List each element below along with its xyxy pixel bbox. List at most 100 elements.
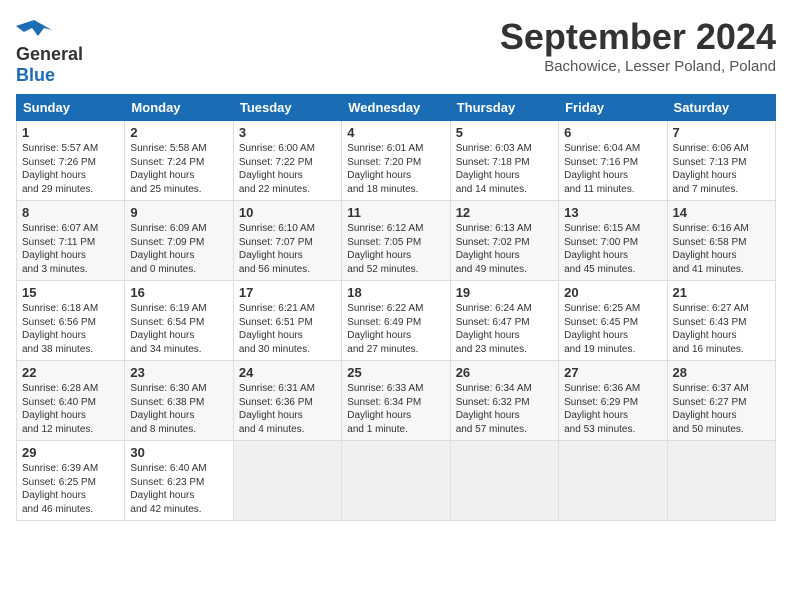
day-info: Sunrise: 6:06 AMSunset: 7:13 PMDaylight … <box>673 143 749 195</box>
day-info: Sunrise: 6:10 AMSunset: 7:07 PMDaylight … <box>239 223 315 275</box>
calendar-cell: 22 Sunrise: 6:28 AMSunset: 6:40 PMDaylig… <box>17 361 125 441</box>
day-number: 10 <box>239 205 336 220</box>
calendar-cell: 9 Sunrise: 6:09 AMSunset: 7:09 PMDayligh… <box>125 201 233 281</box>
weekday-header-saturday: Saturday <box>667 95 775 121</box>
day-info: Sunrise: 6:18 AMSunset: 6:56 PMDaylight … <box>22 303 98 355</box>
day-info: Sunrise: 6:34 AMSunset: 6:32 PMDaylight … <box>456 383 532 435</box>
calendar-week-1: 1 Sunrise: 5:57 AMSunset: 7:26 PMDayligh… <box>17 121 776 201</box>
day-number: 27 <box>564 365 661 380</box>
calendar-cell: 4 Sunrise: 6:01 AMSunset: 7:20 PMDayligh… <box>342 121 450 201</box>
calendar-cell: 21 Sunrise: 6:27 AMSunset: 6:43 PMDaylig… <box>667 281 775 361</box>
day-info: Sunrise: 6:39 AMSunset: 6:25 PMDaylight … <box>22 463 98 515</box>
day-number: 6 <box>564 125 661 140</box>
weekday-header-monday: Monday <box>125 95 233 121</box>
calendar-week-4: 22 Sunrise: 6:28 AMSunset: 6:40 PMDaylig… <box>17 361 776 441</box>
day-number: 17 <box>239 285 336 300</box>
month-title: September 2024 <box>500 16 776 58</box>
logo-general: General <box>16 44 83 65</box>
weekday-header-friday: Friday <box>559 95 667 121</box>
day-number: 24 <box>239 365 336 380</box>
calendar-week-2: 8 Sunrise: 6:07 AMSunset: 7:11 PMDayligh… <box>17 201 776 281</box>
day-number: 18 <box>347 285 444 300</box>
calendar-cell: 3 Sunrise: 6:00 AMSunset: 7:22 PMDayligh… <box>233 121 341 201</box>
calendar-table: SundayMondayTuesdayWednesdayThursdayFrid… <box>16 94 776 521</box>
calendar-cell: 29 Sunrise: 6:39 AMSunset: 6:25 PMDaylig… <box>17 441 125 521</box>
calendar-cell: 20 Sunrise: 6:25 AMSunset: 6:45 PMDaylig… <box>559 281 667 361</box>
page-header: General Blue September 2024 Bachowice, L… <box>16 16 776 86</box>
calendar-cell: 26 Sunrise: 6:34 AMSunset: 6:32 PMDaylig… <box>450 361 558 441</box>
day-info: Sunrise: 6:09 AMSunset: 7:09 PMDaylight … <box>130 223 206 275</box>
calendar-cell: 6 Sunrise: 6:04 AMSunset: 7:16 PMDayligh… <box>559 121 667 201</box>
day-number: 9 <box>130 205 227 220</box>
calendar-cell <box>233 441 341 521</box>
calendar-cell: 7 Sunrise: 6:06 AMSunset: 7:13 PMDayligh… <box>667 121 775 201</box>
calendar-cell: 10 Sunrise: 6:10 AMSunset: 7:07 PMDaylig… <box>233 201 341 281</box>
day-info: Sunrise: 6:13 AMSunset: 7:02 PMDaylight … <box>456 223 532 275</box>
day-number: 11 <box>347 205 444 220</box>
day-number: 15 <box>22 285 119 300</box>
logo-blue: Blue <box>16 65 55 86</box>
calendar-cell: 2 Sunrise: 5:58 AMSunset: 7:24 PMDayligh… <box>125 121 233 201</box>
day-info: Sunrise: 6:36 AMSunset: 6:29 PMDaylight … <box>564 383 640 435</box>
day-info: Sunrise: 6:30 AMSunset: 6:38 PMDaylight … <box>130 383 206 435</box>
day-number: 3 <box>239 125 336 140</box>
calendar-cell: 11 Sunrise: 6:12 AMSunset: 7:05 PMDaylig… <box>342 201 450 281</box>
day-number: 4 <box>347 125 444 140</box>
calendar-cell: 13 Sunrise: 6:15 AMSunset: 7:00 PMDaylig… <box>559 201 667 281</box>
day-info: Sunrise: 6:12 AMSunset: 7:05 PMDaylight … <box>347 223 423 275</box>
calendar-cell: 18 Sunrise: 6:22 AMSunset: 6:49 PMDaylig… <box>342 281 450 361</box>
calendar-cell: 27 Sunrise: 6:36 AMSunset: 6:29 PMDaylig… <box>559 361 667 441</box>
weekday-header-sunday: Sunday <box>17 95 125 121</box>
day-number: 1 <box>22 125 119 140</box>
day-info: Sunrise: 6:40 AMSunset: 6:23 PMDaylight … <box>130 463 206 515</box>
day-info: Sunrise: 6:03 AMSunset: 7:18 PMDaylight … <box>456 143 532 195</box>
calendar-cell: 25 Sunrise: 6:33 AMSunset: 6:34 PMDaylig… <box>342 361 450 441</box>
calendar-cell: 19 Sunrise: 6:24 AMSunset: 6:47 PMDaylig… <box>450 281 558 361</box>
day-info: Sunrise: 6:28 AMSunset: 6:40 PMDaylight … <box>22 383 98 435</box>
calendar-cell: 17 Sunrise: 6:21 AMSunset: 6:51 PMDaylig… <box>233 281 341 361</box>
day-number: 5 <box>456 125 553 140</box>
calendar-cell: 24 Sunrise: 6:31 AMSunset: 6:36 PMDaylig… <box>233 361 341 441</box>
day-info: Sunrise: 6:37 AMSunset: 6:27 PMDaylight … <box>673 383 749 435</box>
calendar-cell <box>667 441 775 521</box>
logo: General Blue <box>16 16 83 86</box>
day-number: 22 <box>22 365 119 380</box>
day-info: Sunrise: 6:27 AMSunset: 6:43 PMDaylight … <box>673 303 749 355</box>
day-info: Sunrise: 6:25 AMSunset: 6:45 PMDaylight … <box>564 303 640 355</box>
calendar-cell: 14 Sunrise: 6:16 AMSunset: 6:58 PMDaylig… <box>667 201 775 281</box>
day-info: Sunrise: 6:21 AMSunset: 6:51 PMDaylight … <box>239 303 315 355</box>
weekday-header-wednesday: Wednesday <box>342 95 450 121</box>
calendar-cell: 23 Sunrise: 6:30 AMSunset: 6:38 PMDaylig… <box>125 361 233 441</box>
day-info: Sunrise: 6:24 AMSunset: 6:47 PMDaylight … <box>456 303 532 355</box>
calendar-cell: 30 Sunrise: 6:40 AMSunset: 6:23 PMDaylig… <box>125 441 233 521</box>
day-number: 21 <box>673 285 770 300</box>
day-info: Sunrise: 6:19 AMSunset: 6:54 PMDaylight … <box>130 303 206 355</box>
calendar-week-3: 15 Sunrise: 6:18 AMSunset: 6:56 PMDaylig… <box>17 281 776 361</box>
day-number: 12 <box>456 205 553 220</box>
day-info: Sunrise: 6:33 AMSunset: 6:34 PMDaylight … <box>347 383 423 435</box>
calendar-cell: 12 Sunrise: 6:13 AMSunset: 7:02 PMDaylig… <box>450 201 558 281</box>
day-number: 13 <box>564 205 661 220</box>
day-info: Sunrise: 6:22 AMSunset: 6:49 PMDaylight … <box>347 303 423 355</box>
location: Bachowice, Lesser Poland, Poland <box>500 58 776 75</box>
day-number: 23 <box>130 365 227 380</box>
day-number: 14 <box>673 205 770 220</box>
day-number: 25 <box>347 365 444 380</box>
calendar-cell: 1 Sunrise: 5:57 AMSunset: 7:26 PMDayligh… <box>17 121 125 201</box>
day-number: 2 <box>130 125 227 140</box>
day-info: Sunrise: 6:16 AMSunset: 6:58 PMDaylight … <box>673 223 749 275</box>
weekday-header-thursday: Thursday <box>450 95 558 121</box>
calendar-cell: 16 Sunrise: 6:19 AMSunset: 6:54 PMDaylig… <box>125 281 233 361</box>
calendar-cell: 28 Sunrise: 6:37 AMSunset: 6:27 PMDaylig… <box>667 361 775 441</box>
day-number: 26 <box>456 365 553 380</box>
day-info: Sunrise: 5:58 AMSunset: 7:24 PMDaylight … <box>130 143 206 195</box>
title-section: September 2024 Bachowice, Lesser Poland,… <box>500 16 776 75</box>
day-number: 28 <box>673 365 770 380</box>
day-number: 29 <box>22 445 119 460</box>
calendar-cell <box>342 441 450 521</box>
day-number: 30 <box>130 445 227 460</box>
day-info: Sunrise: 5:57 AMSunset: 7:26 PMDaylight … <box>22 143 98 195</box>
weekday-header-tuesday: Tuesday <box>233 95 341 121</box>
calendar-cell: 5 Sunrise: 6:03 AMSunset: 7:18 PMDayligh… <box>450 121 558 201</box>
day-info: Sunrise: 6:00 AMSunset: 7:22 PMDaylight … <box>239 143 315 195</box>
